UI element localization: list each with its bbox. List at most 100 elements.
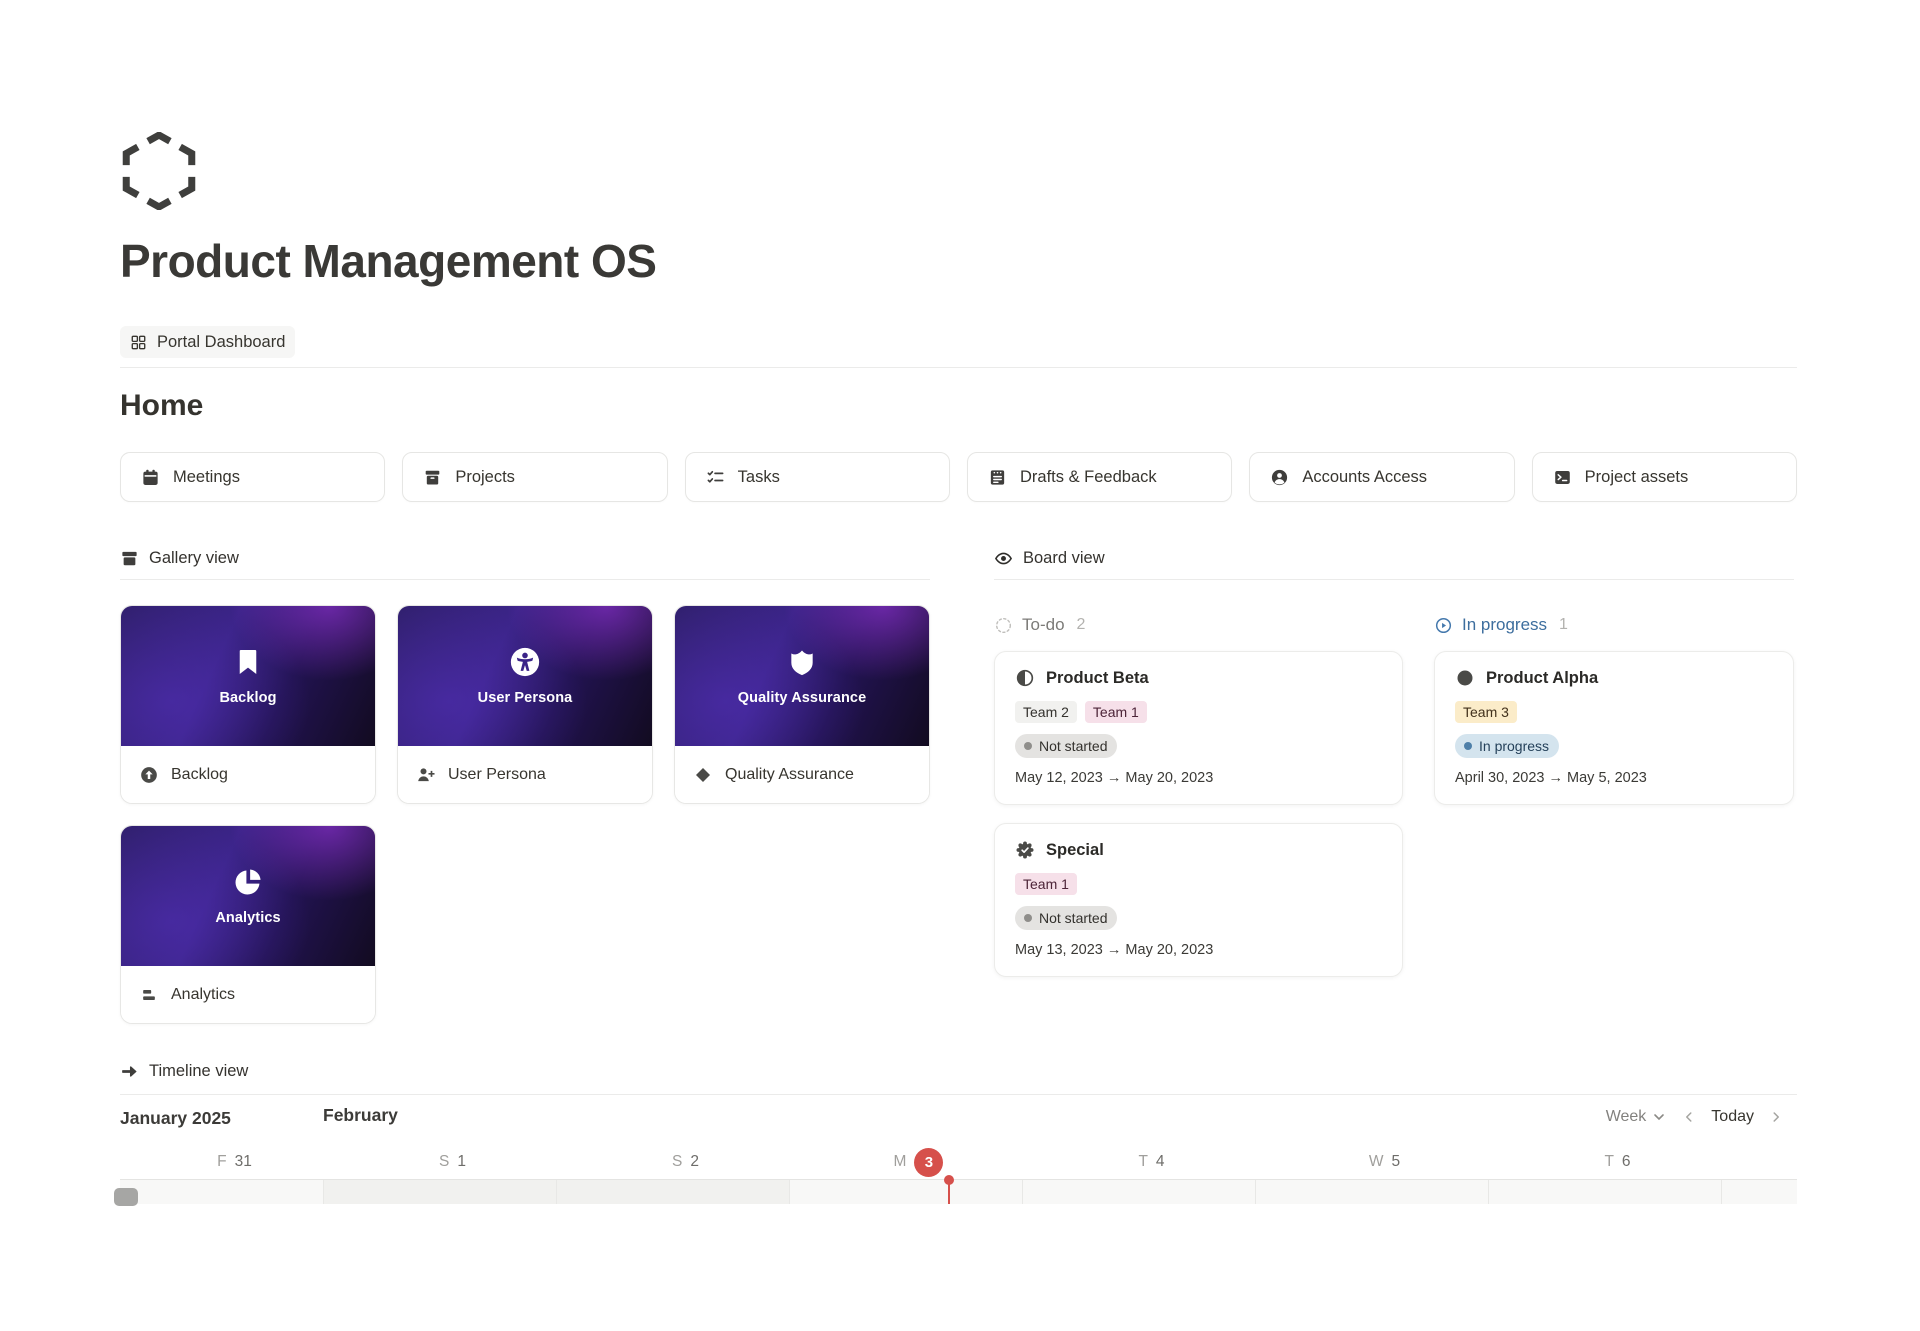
card-title: Analytics [171,986,235,1004]
today-indicator-pin [948,1180,950,1204]
archive-icon [120,549,139,568]
column-count: 1 [1559,616,1568,634]
cover-label: Analytics [215,910,280,926]
column-header-in-progress[interactable]: In progress 1 [1434,612,1794,638]
shield-icon [786,646,818,678]
tab-label: Portal Dashboard [157,333,285,352]
board-card-product-alpha[interactable]: Product Alpha Team 3 In progress April 3… [1434,651,1794,805]
quick-links-row: Meetings Projects Tasks [120,452,1797,502]
person-plus-icon [416,765,436,785]
gallery-view-header[interactable]: Gallery view [120,545,930,580]
day-header: S2 [556,1147,789,1177]
month-label-february: February [323,1105,398,1126]
circle-play-icon [1434,616,1453,635]
meetings-button[interactable]: Meetings [120,452,385,502]
grid-icon [130,334,147,351]
gallery-card-quality-assurance[interactable]: Quality Assurance Quality Assurance [674,605,930,804]
team-tag: Team 1 [1085,701,1147,723]
grid-line [323,1180,324,1204]
zoom-level-dropdown[interactable]: Week [1606,1108,1668,1126]
seal-check-icon [1015,840,1035,860]
status-label: Not started [1039,908,1107,928]
board-column-todo: To-do 2 Product Beta [994,580,1403,977]
team-tag: Team 1 [1015,873,1077,895]
today-button[interactable]: Today [1711,1108,1754,1126]
notepad-icon [988,468,1007,487]
board-card-product-beta[interactable]: Product Beta Team 2 Team 1 Not started [994,651,1403,805]
card-cover-image: Backlog [121,606,375,746]
column-count: 2 [1077,616,1086,634]
weekend-shading [556,1180,789,1204]
tab-divider [120,367,1797,368]
chevron-left-icon[interactable] [1681,1109,1697,1125]
accounts-access-button[interactable]: Accounts Access [1249,452,1514,502]
day-header: T4 [1022,1147,1255,1177]
drafts-feedback-button[interactable]: Drafts & Feedback [967,452,1232,502]
column-header-todo[interactable]: To-do 2 [994,612,1403,638]
zoom-level-label: Week [1606,1108,1647,1126]
card-cover-image: Quality Assurance [675,606,929,746]
timeline-view-label: Timeline view [149,1062,248,1081]
card-title: Product Beta [1046,669,1149,688]
eye-icon [994,549,1013,568]
terminal-icon [1553,468,1572,487]
chevron-down-icon [1651,1109,1667,1125]
status-badge: Not started [1015,734,1117,758]
chevron-right-icon[interactable] [1768,1109,1784,1125]
card-cover-image: User Persona [398,606,652,746]
card-title: Backlog [171,766,228,784]
gallery-card-user-persona[interactable]: User Persona User Persona [397,605,653,804]
arrow-up-circle-icon [139,765,159,785]
board-view-header[interactable]: Board view [994,545,1794,580]
button-label: Project assets [1585,468,1689,487]
timeline-divider [120,1094,1797,1095]
contrast-icon [1015,668,1035,688]
calendar-icon [141,468,160,487]
page-title: Product Management OS [120,232,1797,290]
grid-line [1255,1180,1256,1204]
day-header: S1 [323,1147,556,1177]
timeline-item-stub[interactable] [114,1188,138,1206]
timeline-section: Timeline view January 2025 February Week… [120,1058,1797,1204]
card-title: Product Alpha [1486,669,1598,688]
grid-line [1022,1180,1023,1204]
gallery-card-analytics[interactable]: Analytics Analytics [120,825,376,1024]
project-assets-button[interactable]: Project assets [1532,452,1797,502]
gallery-card-backlog[interactable]: Backlog Backlog [120,605,376,804]
status-dot [1464,742,1472,750]
board-card-special[interactable]: Special Team 1 Not started May 13, 2023 … [994,823,1403,977]
gallery-view-label: Gallery view [149,549,239,568]
team-tag: Team 3 [1455,701,1517,723]
status-badge: In progress [1455,734,1559,758]
box-icon [423,468,442,487]
grid-line [556,1180,557,1204]
tasks-button[interactable]: Tasks [685,452,950,502]
gallery-grid: Backlog Backlog [120,605,930,1024]
status-label: Not started [1039,736,1107,756]
status-dot [1024,914,1032,922]
card-title: Quality Assurance [725,766,854,784]
board-column-in-progress: In progress 1 Product Alpha Team 3 [1434,580,1794,977]
button-label: Drafts & Feedback [1020,468,1157,487]
board-view-label: Board view [1023,549,1105,568]
day-header: T6 [1488,1147,1721,1177]
pie-chart-icon [232,866,264,898]
button-label: Tasks [738,468,780,487]
card-cover-image: Analytics [121,826,375,966]
weekend-shading [323,1180,556,1204]
card-title: Special [1046,841,1104,860]
timeline-view-header[interactable]: Timeline view [120,1058,1797,1084]
timeline-grid [120,1179,1797,1204]
button-label: Accounts Access [1302,468,1427,487]
cover-label: Backlog [219,690,276,706]
arrow-right-icon [120,1062,139,1081]
tab-portal-dashboard[interactable]: Portal Dashboard [120,326,295,358]
team-tag: Team 2 [1015,701,1077,723]
today-date-badge: 3 [914,1148,943,1177]
day-header: W5 [1255,1147,1488,1177]
projects-button[interactable]: Projects [402,452,667,502]
date-range: May 12, 2023 → May 20, 2023 [1015,770,1382,786]
timeline-day-headers: F31 S1 S2 M 3 T4 W5 T6 [120,1147,1797,1177]
column-name: In progress [1462,615,1547,635]
person-circle-icon [1270,468,1289,487]
